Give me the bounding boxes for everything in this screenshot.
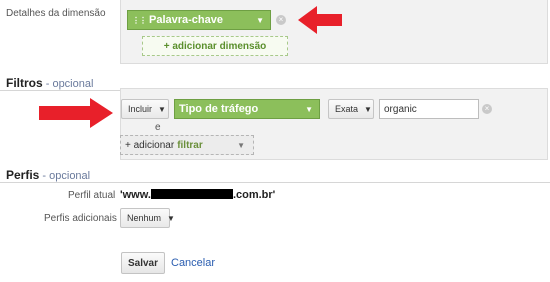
profiles-heading: Perfis - opcional <box>6 168 90 182</box>
dimension-pill-label: Palavra-chave <box>149 14 223 26</box>
filter-conjunction: e <box>155 122 161 133</box>
include-select[interactable]: Incluir ▼ <box>121 99 169 119</box>
additional-profiles-label: Perfis adicionais <box>44 213 117 224</box>
add-dimension-button[interactable]: + adicionar dimensão <box>142 36 288 56</box>
current-profile-suffix: .com.br' <box>232 189 276 201</box>
red-arrow-right-icon <box>39 98 113 128</box>
redaction-bar <box>150 189 233 199</box>
match-type-label: Exata <box>335 104 359 114</box>
filters-title: Filtros <box>6 76 43 90</box>
dimension-pill-keyword[interactable]: ⋮⋮ Palavra-chave ▼ <box>127 10 271 30</box>
add-filter-button[interactable]: + adicionar filtrar ▼ <box>120 135 254 155</box>
profiles-title: Perfis <box>6 168 40 182</box>
chevron-down-icon: ▼ <box>158 104 166 114</box>
filters-divider <box>0 90 120 91</box>
filters-heading: Filtros - opcional <box>6 76 93 90</box>
current-profile-label: Perfil atual <box>68 190 116 201</box>
filter-field-select[interactable]: Tipo de tráfego ▼ <box>174 99 320 119</box>
profiles-optional: - opcional <box>39 170 91 182</box>
chevron-down-icon: ▼ <box>167 213 175 223</box>
additional-profiles-select[interactable]: Nenhum ▼ <box>120 208 175 228</box>
current-profile-value: 'www. .com.br' <box>120 189 275 201</box>
chevron-down-icon[interactable]: ▼ <box>256 16 264 25</box>
add-filter-prefix: + adicionar <box>125 139 175 151</box>
remove-filter-icon[interactable]: × <box>482 104 492 114</box>
additional-profiles-value: Nenhum <box>127 213 162 223</box>
chevron-down-icon: ▼ <box>305 104 313 114</box>
chevron-down-icon: ▼ <box>237 140 245 150</box>
drag-handle-icon[interactable]: ⋮⋮ <box>132 16 147 25</box>
current-profile-prefix: 'www. <box>120 189 151 201</box>
cancel-link[interactable]: Cancelar <box>171 257 215 269</box>
add-filter-keyword: filtrar <box>177 139 203 151</box>
red-arrow-left-icon <box>298 6 342 34</box>
remove-dimension-icon[interactable]: × <box>276 15 286 25</box>
match-type-select[interactable]: Exata ▼ <box>328 99 374 119</box>
save-button[interactable]: Salvar <box>121 252 165 274</box>
dimension-label: Detalhes da dimensão <box>6 8 106 19</box>
chevron-down-icon: ▼ <box>364 104 372 114</box>
profiles-divider <box>0 182 550 183</box>
filter-field-label: Tipo de tráfego <box>179 103 259 115</box>
filters-optional: - opcional <box>42 78 94 90</box>
include-select-label: Incluir <box>128 104 153 114</box>
filter-value-input[interactable]: organic <box>379 99 479 119</box>
